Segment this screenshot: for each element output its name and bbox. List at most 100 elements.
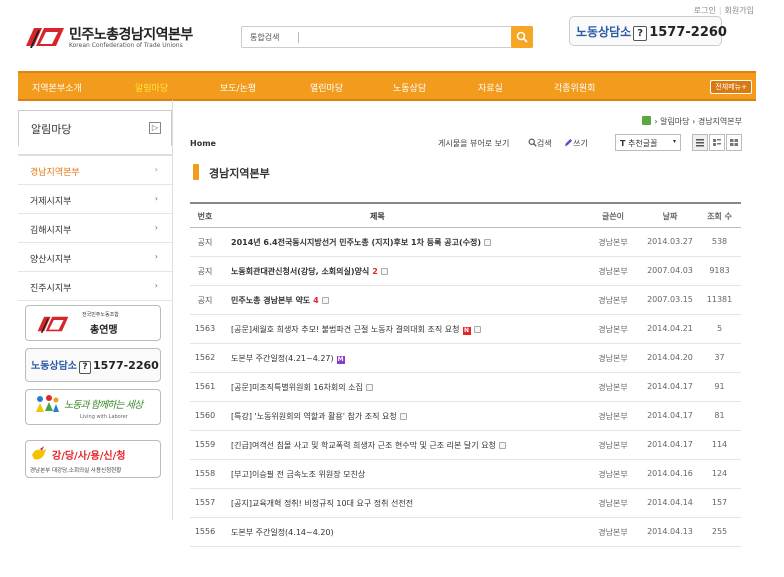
breadcrumb-level2[interactable]: 경남지역본부 <box>698 117 742 126</box>
pencil-icon <box>565 138 573 147</box>
hotline-banner-top[interactable]: 노동상담소? 1577-2260 <box>569 16 727 46</box>
post-title-link[interactable]: 도본부 주간일정(4.21~4.27) <box>231 354 334 363</box>
post-title-link[interactable]: [공문]세월호 희생자 추모! 불법파견 근절 노동자 결의대회 조직 요청 <box>231 325 460 334</box>
hotline-number: 1577-2260 <box>649 25 727 40</box>
table-row: 1563 [공문]세월호 희생자 추모! 불법파견 근절 노동자 결의대회 조직 … <box>190 315 741 344</box>
nav-item-counsel[interactable]: 노동상담 <box>393 81 426 94</box>
join-link[interactable]: 회원가입 <box>725 6 754 15</box>
login-link[interactable]: 로그인 <box>694 6 716 15</box>
dropdown-arrow-icon: ▾ <box>672 138 676 145</box>
table-row: 공지 2014년 6.4전국동시지방선거 민주노총 (지지)후보 1차 등록 공고… <box>190 228 741 257</box>
sidebar-item-gyeongnam[interactable]: 경남지역본부 › <box>18 156 172 185</box>
write-link[interactable]: 쓰기 <box>564 138 588 148</box>
chevron-right-icon: › <box>154 223 158 232</box>
row-writer: 경남본부 <box>598 238 628 247</box>
sidebar-item-jinju[interactable]: 진주시지부 › <box>18 272 172 301</box>
gallery-view-button[interactable] <box>726 134 742 151</box>
sidebar-item-label: 양산시지부 <box>30 255 72 265</box>
header-writer: 글쓴이 <box>601 212 625 221</box>
sidebar-item-geoje[interactable]: 거제시지부 › <box>18 185 172 214</box>
webzine-view-button[interactable] <box>709 134 725 151</box>
sort-select[interactable]: T 추천글꼴 ▾ <box>615 134 681 151</box>
row-number: 1559 <box>194 440 216 449</box>
comment-count[interactable]: 2 <box>372 267 378 276</box>
row-writer: 경남본부 <box>598 325 628 334</box>
row-writer: 경남본부 <box>598 528 628 537</box>
nav-item-archive[interactable]: 자료실 <box>478 81 503 94</box>
sidebar-toggle-icon[interactable]: ▷ <box>149 122 161 134</box>
post-title-link[interactable]: [특강] '노동위원회의 역할과 활용' 참가 조직 요청 <box>231 412 397 421</box>
search-link[interactable]: 검색 <box>528 138 552 148</box>
nav-item-notice[interactable]: 알림마당 <box>135 81 168 94</box>
post-title-link[interactable]: 도본부 주간일정(4.14~4.20) <box>231 528 334 537</box>
post-title-link[interactable]: [공문]미조직특별위원회 16차회의 소집 <box>231 383 363 392</box>
chevron-right-icon: › <box>154 252 158 261</box>
nav-item-press[interactable]: 보도/논평 <box>220 81 256 94</box>
row-views: 11381 <box>706 295 733 304</box>
home-label[interactable]: Home <box>190 139 216 148</box>
comment-count[interactable]: 4 <box>313 296 319 305</box>
site-logo[interactable]: 민주노총경남지역본부 Korean Confederation of Trade… <box>24 22 204 52</box>
post-title-link[interactable]: 노동회관대관신청서(강당, 소회의실)양식 <box>231 267 369 276</box>
content-divider <box>172 100 173 520</box>
table-row: 1562 도본부 주간일정(4.21~4.27) M 경남본부 2014.04.20 37 <box>190 344 741 373</box>
row-views: 9183 <box>709 266 730 275</box>
row-date: 2007.04.03 <box>647 266 693 275</box>
view-all-link[interactable]: 게시물을 뷰어로 보기 <box>438 139 509 148</box>
row-date: 2014.04.16 <box>647 469 693 478</box>
row-views: 538 <box>711 237 728 246</box>
hall-booking-banner[interactable]: 강/당/사/용/신/청 경남본부 대강당,소회의실 사용신청현황 <box>25 440 161 478</box>
attachment-icon <box>365 384 373 391</box>
hotline-banner-side[interactable]: 노동상담소? 1577-2260 <box>25 348 161 382</box>
table-row: 1560 [특강] '노동위원회의 역할과 활용' 참가 조직 요청 경남본부 201… <box>190 402 741 431</box>
row-number: 공지 <box>197 267 213 276</box>
row-date: 2014.04.21 <box>647 324 693 333</box>
media-badge-icon: M <box>336 356 345 364</box>
row-number: 1558 <box>194 469 216 478</box>
post-title-link[interactable]: [긴급]여객선 침몰 사고 및 학교폭력 희생자 근조 현수막 및 근조 리본 … <box>231 441 496 450</box>
search-button[interactable] <box>511 26 533 48</box>
row-number: 1560 <box>194 411 216 420</box>
home-icon[interactable] <box>642 116 652 125</box>
header-views[interactable]: 조회 수 <box>702 211 737 222</box>
new-badge-icon: N <box>462 327 471 335</box>
row-date: 2007.03.15 <box>647 295 693 304</box>
row-title-cell: [공문]미조직특별위원회 16차회의 소집 <box>231 382 373 393</box>
post-title-link[interactable]: 민주노총 경남본부 약도 <box>231 296 310 305</box>
post-title-link[interactable]: 2014년 6.4전국동시지방선거 민주노총 (지지)후보 1차 등록 공고(수… <box>231 238 481 247</box>
nav-item-open[interactable]: 열린마당 <box>310 81 343 94</box>
hall-booking-sub: 경남본부 대강당,소회의실 사용신청현황 <box>30 468 122 474</box>
write-link-label: 쓰기 <box>573 139 588 148</box>
all-menu-button[interactable]: 전체메뉴+ <box>710 80 752 94</box>
search-input[interactable] <box>250 31 500 44</box>
sidebar-item-gimhae[interactable]: 김해시지부 › <box>18 214 172 243</box>
hall-booking-title: 강/당/사/용/신/청 <box>52 451 126 462</box>
sidebar-title-text: 알림마당 <box>31 123 72 136</box>
question-icon: ? <box>633 26 648 41</box>
row-date: 2014.03.27 <box>647 237 693 246</box>
nav-item-committees[interactable]: 각종위원회 <box>554 81 595 94</box>
kctu-banner[interactable]: 전국민주노동조합 총연맹 <box>25 305 161 341</box>
row-writer: 경남본부 <box>598 383 628 392</box>
header-date[interactable]: 날짜 <box>645 211 695 222</box>
row-title-cell: [공문]세월호 희생자 추모! 불법파견 근절 노동자 결의대회 조직 요청 N <box>231 324 481 335</box>
sidebar-item-yangsan[interactable]: 양산시지부 › <box>18 243 172 272</box>
sidebar-item-label: 거제시지부 <box>30 197 72 207</box>
sidebar-item-label: 김해시지부 <box>30 226 72 236</box>
post-title-link[interactable]: [공지]교육개혁 정취! 비정규직 10대 요구 정취 선전전 <box>231 499 413 508</box>
breadcrumb-sep: › <box>692 117 696 126</box>
table-row: 1556 도본부 주간일정(4.14~4.20) 경남본부 2014.04.13 255 <box>190 518 741 547</box>
logo-title: 민주노총경남지역본부 <box>69 27 193 43</box>
table-row: 1561 [공문]미조직특별위원회 16차회의 소집 경남본부 2014.04.17 9… <box>190 373 741 402</box>
sidebar-title: 알림마당 ▷ <box>18 110 172 146</box>
post-title-link[interactable]: [부고]이승필 전 금속노조 위원장 모친상 <box>231 470 365 479</box>
breadcrumb-level1[interactable]: 알림마당 <box>660 117 689 126</box>
gallery-view-icon <box>730 139 738 146</box>
table-row: 공지 민주노총 경남본부 약도 4 경남본부 2007.03.15 11381 <box>190 286 741 315</box>
calligraphy-banner[interactable]: 노동과 함께하는 세상 Living with Laborer <box>25 389 161 425</box>
row-writer: 경남본부 <box>598 296 628 305</box>
row-views: 81 <box>714 411 725 420</box>
list-view-button[interactable] <box>692 134 708 151</box>
nav-item-about[interactable]: 지역본부소개 <box>32 81 82 94</box>
search-bar <box>241 26 533 48</box>
